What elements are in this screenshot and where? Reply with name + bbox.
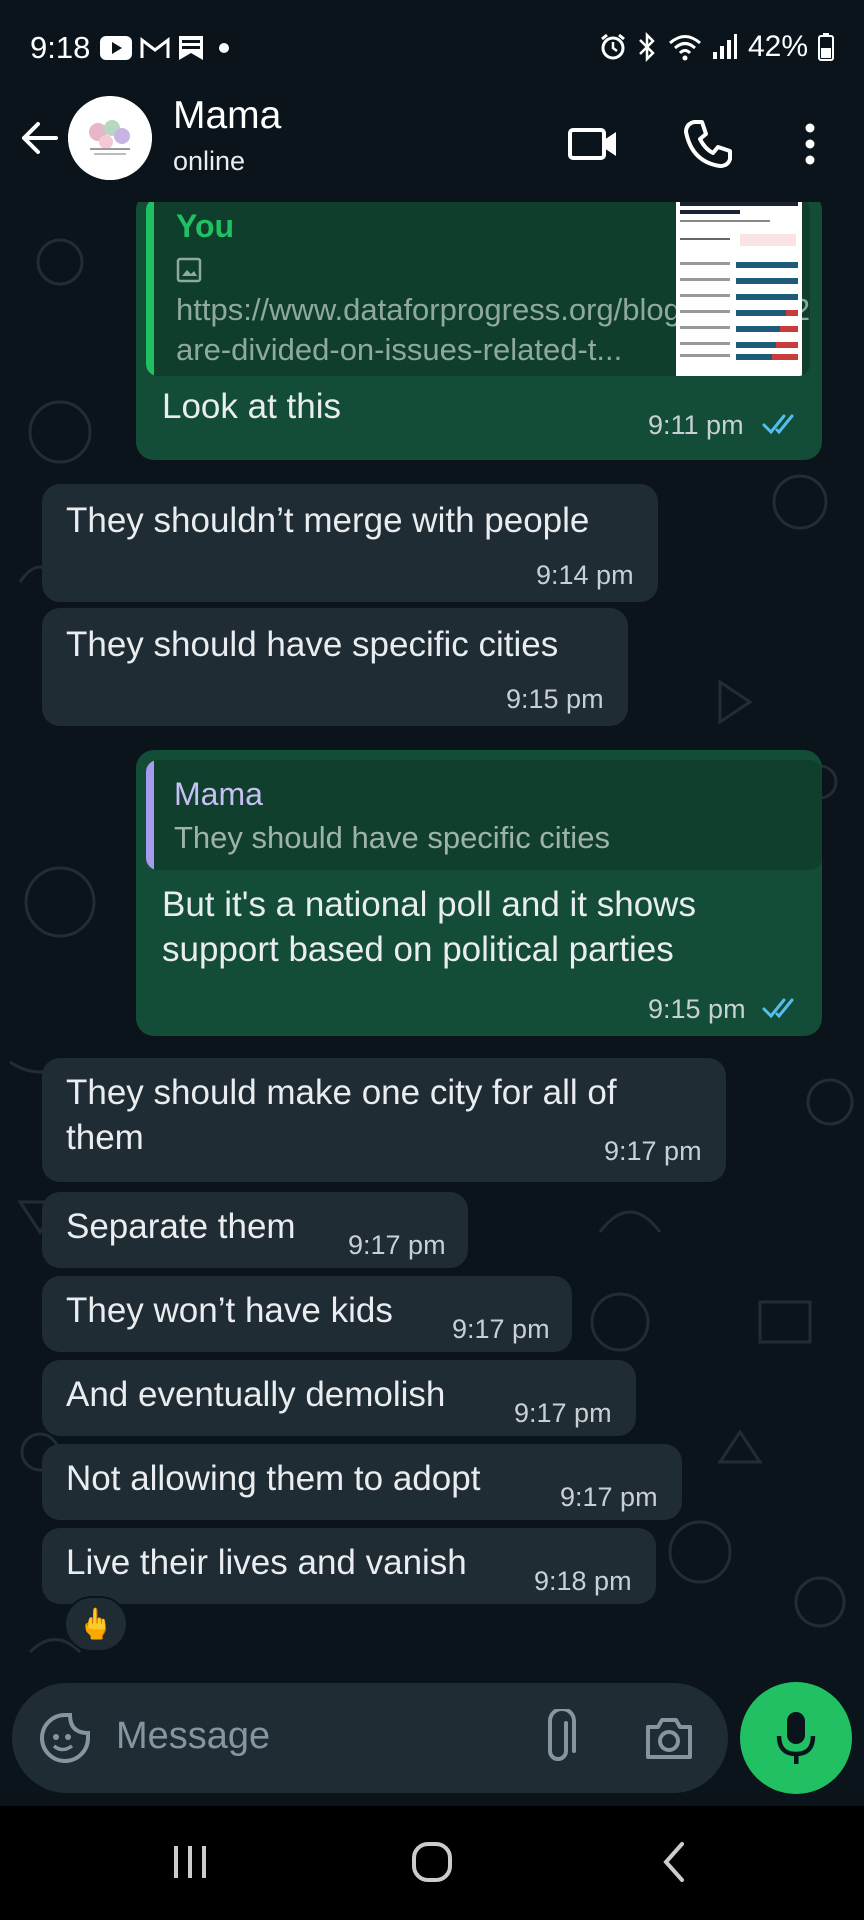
message-text: They shouldn’t merge with people bbox=[66, 501, 590, 540]
message-bubble-incoming[interactable]: Live their lives and vanish 9:18 pm bbox=[42, 1528, 656, 1604]
message-time: 9:14 pm bbox=[536, 560, 634, 590]
mic-icon bbox=[776, 1712, 816, 1764]
avatar[interactable] bbox=[68, 96, 152, 180]
contact-status: online bbox=[173, 146, 246, 176]
contact-name[interactable]: Mama bbox=[173, 94, 281, 138]
phone-icon[interactable] bbox=[680, 116, 736, 172]
attach-icon[interactable] bbox=[538, 1709, 578, 1767]
more-vert-icon[interactable] bbox=[782, 116, 838, 172]
bookmark-icon bbox=[179, 36, 203, 60]
message-bubble-incoming[interactable]: They won’t have kids 9:17 pm bbox=[42, 1276, 572, 1352]
link-thumbnail bbox=[676, 202, 802, 376]
message-bubble-incoming[interactable]: They should have specific cities 9:15 pm bbox=[42, 608, 628, 726]
video-call-icon[interactable] bbox=[566, 116, 622, 172]
message-text: But it's a national poll and it shows su… bbox=[162, 885, 696, 969]
message-time: 9:17 pm bbox=[514, 1398, 612, 1428]
message-time: 9:11 pm bbox=[648, 410, 744, 440]
message-text: Separate them bbox=[66, 1207, 296, 1246]
message-bubble-outgoing[interactable]: You https://www.dataforprogress.org/blog… bbox=[136, 202, 822, 460]
chat-area[interactable]: You https://www.dataforprogress.org/blog… bbox=[0, 202, 864, 1802]
message-bubble-outgoing[interactable]: Mama They should have specific cities Bu… bbox=[136, 750, 822, 1036]
quote-sender: Mama bbox=[174, 776, 263, 812]
quote-text: They should have specific cities bbox=[174, 820, 610, 855]
wifi-icon bbox=[668, 35, 701, 61]
status-time: 9:18 bbox=[30, 30, 91, 65]
message-time: 9:18 pm bbox=[534, 1566, 632, 1596]
link-sender: You bbox=[176, 208, 235, 244]
home-icon[interactable] bbox=[410, 1840, 454, 1884]
gmail-icon bbox=[140, 36, 170, 58]
bluetooth-icon bbox=[639, 32, 655, 62]
signal-icon bbox=[712, 34, 737, 59]
mic-button[interactable] bbox=[740, 1682, 852, 1794]
message-bubble-incoming[interactable]: Not allowing them to adopt 9:17 pm bbox=[42, 1444, 682, 1520]
message-text: Look at this bbox=[162, 387, 341, 426]
message-text: They won’t have kids bbox=[66, 1291, 393, 1330]
dot-icon bbox=[219, 43, 229, 53]
message-time: 9:17 pm bbox=[604, 1136, 702, 1166]
message-text: Live their lives and vanish bbox=[66, 1543, 467, 1582]
message-text: And eventually demolish bbox=[66, 1375, 446, 1414]
message-time: 9:17 pm bbox=[348, 1230, 446, 1260]
recent-apps-icon[interactable] bbox=[168, 1842, 212, 1882]
message-reaction[interactable]: 🖕 bbox=[64, 1596, 128, 1652]
message-input-bar[interactable]: Message bbox=[12, 1683, 728, 1793]
image-icon bbox=[176, 257, 202, 283]
youtube-icon bbox=[100, 36, 132, 60]
message-bubble-incoming[interactable]: They shouldn’t merge with people 9:14 pm bbox=[42, 484, 658, 602]
message-time: 9:15 pm bbox=[648, 994, 746, 1024]
message-text: They should make one city for all of the… bbox=[66, 1073, 617, 1157]
message-text: They should have specific cities bbox=[66, 625, 559, 664]
camera-icon[interactable] bbox=[642, 1711, 696, 1765]
message-time: 9:17 pm bbox=[560, 1482, 658, 1512]
battery-icon bbox=[818, 33, 834, 61]
chat-header: Mama online bbox=[0, 80, 864, 202]
quoted-message[interactable]: Mama They should have specific cities bbox=[146, 760, 822, 870]
back-arrow-icon[interactable] bbox=[16, 114, 64, 162]
message-bubble-incoming[interactable]: And eventually demolish 9:17 pm bbox=[42, 1360, 636, 1436]
system-nav-bar bbox=[0, 1806, 864, 1920]
message-time: 9:17 pm bbox=[452, 1314, 550, 1344]
back-nav-icon[interactable] bbox=[658, 1840, 690, 1884]
link-preview[interactable]: You https://www.dataforprogress.org/blog… bbox=[146, 202, 810, 376]
alarm-icon bbox=[601, 33, 625, 60]
read-ticks-icon bbox=[762, 998, 794, 1019]
message-input[interactable]: Message bbox=[116, 1715, 270, 1758]
avatar-image bbox=[68, 96, 152, 180]
battery-percent: 42% bbox=[747, 30, 808, 63]
message-bubble-incoming[interactable]: Separate them 9:17 pm bbox=[42, 1192, 468, 1268]
read-ticks-icon bbox=[762, 414, 794, 435]
link-url[interactable]: https://www.dataforprogress.org/blog/202… bbox=[176, 250, 810, 370]
sticker-icon[interactable] bbox=[38, 1711, 92, 1765]
message-text: Not allowing them to adopt bbox=[66, 1459, 481, 1498]
message-time: 9:15 pm bbox=[506, 684, 604, 714]
message-bubble-incoming[interactable]: They should make one city for all of the… bbox=[42, 1058, 726, 1182]
